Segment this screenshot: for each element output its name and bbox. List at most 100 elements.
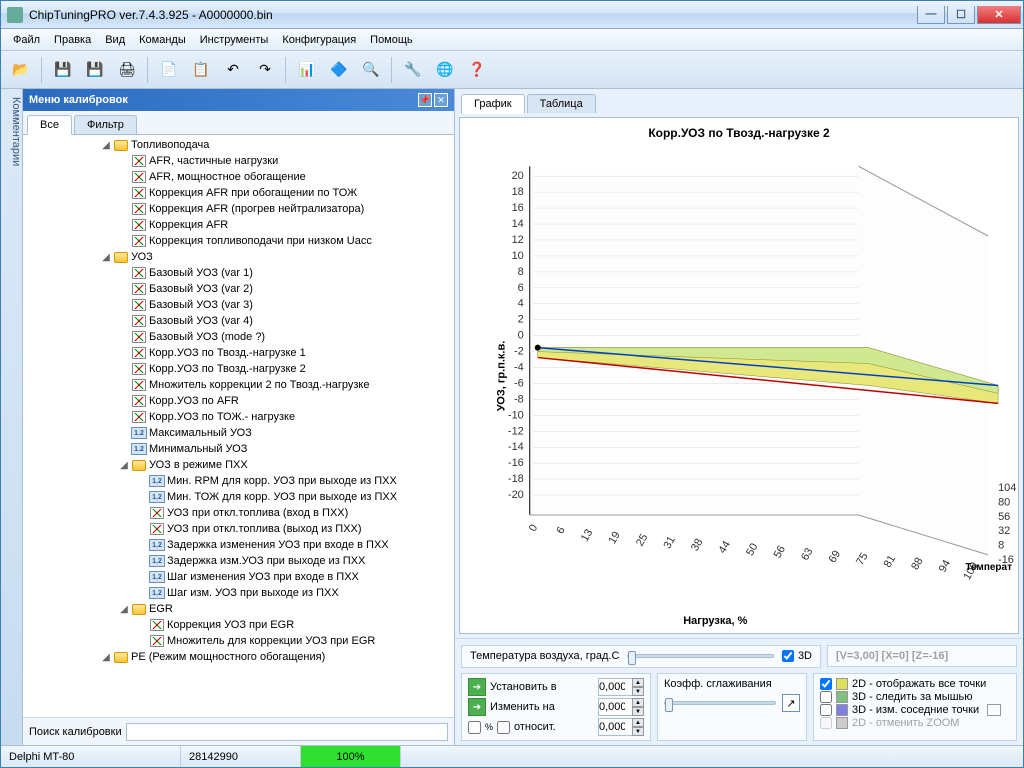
- tree-item[interactable]: ◢Топливоподача: [23, 137, 454, 153]
- folder-icon: [131, 458, 147, 472]
- titlebar[interactable]: ChipTuningPRO ver.7.4.3.925 - A0000000.b…: [1, 1, 1023, 29]
- tree-item[interactable]: Базовый УОЗ (var 1): [23, 265, 454, 281]
- paste-icon[interactable]: 📋: [187, 56, 215, 84]
- chk-2d-allpoints[interactable]: [820, 678, 832, 690]
- help-icon[interactable]: ❓: [463, 56, 491, 84]
- tree-item[interactable]: ◢УОЗ: [23, 249, 454, 265]
- menu-tools[interactable]: Инструменты: [194, 32, 275, 48]
- info-icon[interactable]: 🔷: [325, 56, 353, 84]
- pct-check[interactable]: [468, 721, 481, 734]
- set-button[interactable]: ➔: [468, 678, 486, 696]
- tree-item[interactable]: УОЗ при откл.топлива (выход из ПХХ): [23, 521, 454, 537]
- svg-text:0: 0: [527, 522, 540, 533]
- tree-item[interactable]: Множитель для коррекции УОЗ при EGR: [23, 633, 454, 649]
- tree-item[interactable]: 1.2Шаг изменения УОЗ при входе в ПХХ: [23, 569, 454, 585]
- undo-icon[interactable]: ↶: [219, 56, 247, 84]
- tree-item[interactable]: Базовый УОЗ (var 2): [23, 281, 454, 297]
- svg-text:-14: -14: [508, 441, 524, 453]
- tree-item[interactable]: 1.2Задержка изменения УОЗ при входе в ПХ…: [23, 537, 454, 553]
- menu-view[interactable]: Вид: [99, 32, 131, 48]
- open-icon[interactable]: 📂: [7, 56, 35, 84]
- svg-text:-12: -12: [508, 425, 524, 437]
- maximize-button[interactable]: ☐: [947, 6, 975, 24]
- chk-3d-neighbors[interactable]: [820, 704, 832, 716]
- close-button[interactable]: ✕: [977, 6, 1021, 24]
- tree-item[interactable]: Коррекция AFR: [23, 217, 454, 233]
- tree-item[interactable]: Корр.УОЗ по AFR: [23, 393, 454, 409]
- scalar-icon: 1.2: [149, 570, 165, 584]
- tree-item[interactable]: 1.2Минимальный УОЗ: [23, 441, 454, 457]
- menu-config[interactable]: Конфигурация: [276, 32, 362, 48]
- tool-icon[interactable]: 🔧: [399, 56, 427, 84]
- chk-2d-zoom: [820, 717, 832, 729]
- chk-3d-mouse[interactable]: [820, 691, 832, 703]
- temp-slider[interactable]: [627, 654, 774, 658]
- tree-item[interactable]: AFR, мощностное обогащение: [23, 169, 454, 185]
- tab-graph[interactable]: График: [461, 94, 525, 114]
- tree-item[interactable]: 1.2Максимальный УОЗ: [23, 425, 454, 441]
- tree-item[interactable]: ◢EGR: [23, 601, 454, 617]
- folder-icon: [113, 250, 129, 264]
- tree-item[interactable]: ◢УОЗ в режиме ПХХ: [23, 457, 454, 473]
- calibration-tree[interactable]: ◢ТопливоподачаAFR, частичные нагрузкиAFR…: [23, 135, 454, 717]
- tree-item[interactable]: Корр.УОЗ по ТОЖ.- нагрузке: [23, 409, 454, 425]
- save-as-icon[interactable]: 💾: [81, 56, 109, 84]
- tree-item[interactable]: ◢PE (Режим мощностного обогащения): [23, 649, 454, 665]
- redo-icon[interactable]: ↷: [251, 56, 279, 84]
- curve-icon: [131, 410, 147, 424]
- curve-icon: [131, 346, 147, 360]
- tab-filter[interactable]: Фильтр: [74, 115, 137, 134]
- smooth-slider[interactable]: [664, 701, 776, 705]
- tab-all[interactable]: Все: [27, 115, 72, 135]
- tree-label: Мин. ТОЖ для корр. УОЗ при выходе из ПХХ: [167, 491, 397, 503]
- chk-3d[interactable]: [782, 650, 794, 662]
- toolbar: 📂 💾 💾 🖨 📄 📋 ↶ ↷ 📊 🔷 🔍 🔧 🌐 ❓: [1, 51, 1023, 89]
- tree-item[interactable]: Базовый УОЗ (var 3): [23, 297, 454, 313]
- menu-edit[interactable]: Правка: [48, 32, 97, 48]
- tree-item[interactable]: 1.2Мин. ТОЖ для корр. УОЗ при выходе из …: [23, 489, 454, 505]
- copy-icon[interactable]: 📄: [155, 56, 183, 84]
- tree-item[interactable]: Коррекция AFR при обогащении по ТОЖ: [23, 185, 454, 201]
- menu-help[interactable]: Помощь: [364, 32, 419, 48]
- tree-item[interactable]: AFR, частичные нагрузки: [23, 153, 454, 169]
- menu-file[interactable]: Файл: [7, 32, 46, 48]
- smooth-apply-button[interactable]: ↗: [782, 694, 800, 712]
- zoom-icon[interactable]: 🔍: [357, 56, 385, 84]
- rel-check[interactable]: [497, 721, 510, 734]
- tree-item[interactable]: Множитель коррекции 2 по Твозд.-нагрузке: [23, 377, 454, 393]
- controls: Температура воздуха, град.С 3D [V=3,00] …: [455, 638, 1023, 745]
- find-icon[interactable]: 📊: [293, 56, 321, 84]
- tree-item[interactable]: 1.2Шаг изм. УОЗ при выходе из ПХХ: [23, 585, 454, 601]
- svg-text:56: 56: [772, 544, 788, 561]
- readout: [V=3,00] [X=0] [Z=-16]: [827, 645, 1017, 667]
- tree-item[interactable]: Коррекция УОЗ при EGR: [23, 617, 454, 633]
- panel-close-icon[interactable]: ✕: [434, 93, 448, 107]
- tab-table[interactable]: Таблица: [527, 94, 596, 113]
- globe-icon[interactable]: 🌐: [431, 56, 459, 84]
- comments-tab[interactable]: Комментарии: [1, 89, 23, 745]
- tree-item[interactable]: Коррекция топливоподачи при низком Uacc: [23, 233, 454, 249]
- tree-item[interactable]: УОЗ при откл.топлива (вход в ПХХ): [23, 505, 454, 521]
- chart-3d[interactable]: Корр.УОЗ по Твозд.-нагрузке 2 УОЗ, гр.п.…: [459, 117, 1019, 634]
- tree-item[interactable]: Корр.УОЗ по Твозд.-нагрузке 2: [23, 361, 454, 377]
- menu-commands[interactable]: Команды: [133, 32, 192, 48]
- grid-icon[interactable]: [987, 704, 1001, 716]
- smooth-panel: Коэфф. сглаживания ↗: [657, 673, 807, 741]
- save-icon[interactable]: 💾: [49, 56, 77, 84]
- tree-item[interactable]: Коррекция AFR (прогрев нейтрализатора): [23, 201, 454, 217]
- tree-item[interactable]: Базовый УОЗ (mode ?): [23, 329, 454, 345]
- tree-label: Базовый УОЗ (var 3): [149, 299, 253, 311]
- chart-title: Корр.УОЗ по Твозд.-нагрузке 2: [648, 126, 829, 140]
- search-input[interactable]: [126, 723, 448, 741]
- curve-icon: [131, 218, 147, 232]
- tree-item[interactable]: 1.2Мин. RPM для корр. УОЗ при выходе из …: [23, 473, 454, 489]
- tree-item[interactable]: Корр.УОЗ по Твозд.-нагрузке 1: [23, 345, 454, 361]
- tree-item[interactable]: 1.2Задержка изм.УОЗ при выходе из ПХХ: [23, 553, 454, 569]
- tree-label: Корр.УОЗ по AFR: [149, 395, 239, 407]
- change-button[interactable]: ➔: [468, 698, 486, 716]
- tree-label: Базовый УОЗ (var 4): [149, 315, 253, 327]
- print-icon[interactable]: 🖨: [113, 56, 141, 84]
- minimize-button[interactable]: —: [917, 6, 945, 24]
- pin-icon[interactable]: 📌: [418, 93, 432, 107]
- tree-item[interactable]: Базовый УОЗ (var 4): [23, 313, 454, 329]
